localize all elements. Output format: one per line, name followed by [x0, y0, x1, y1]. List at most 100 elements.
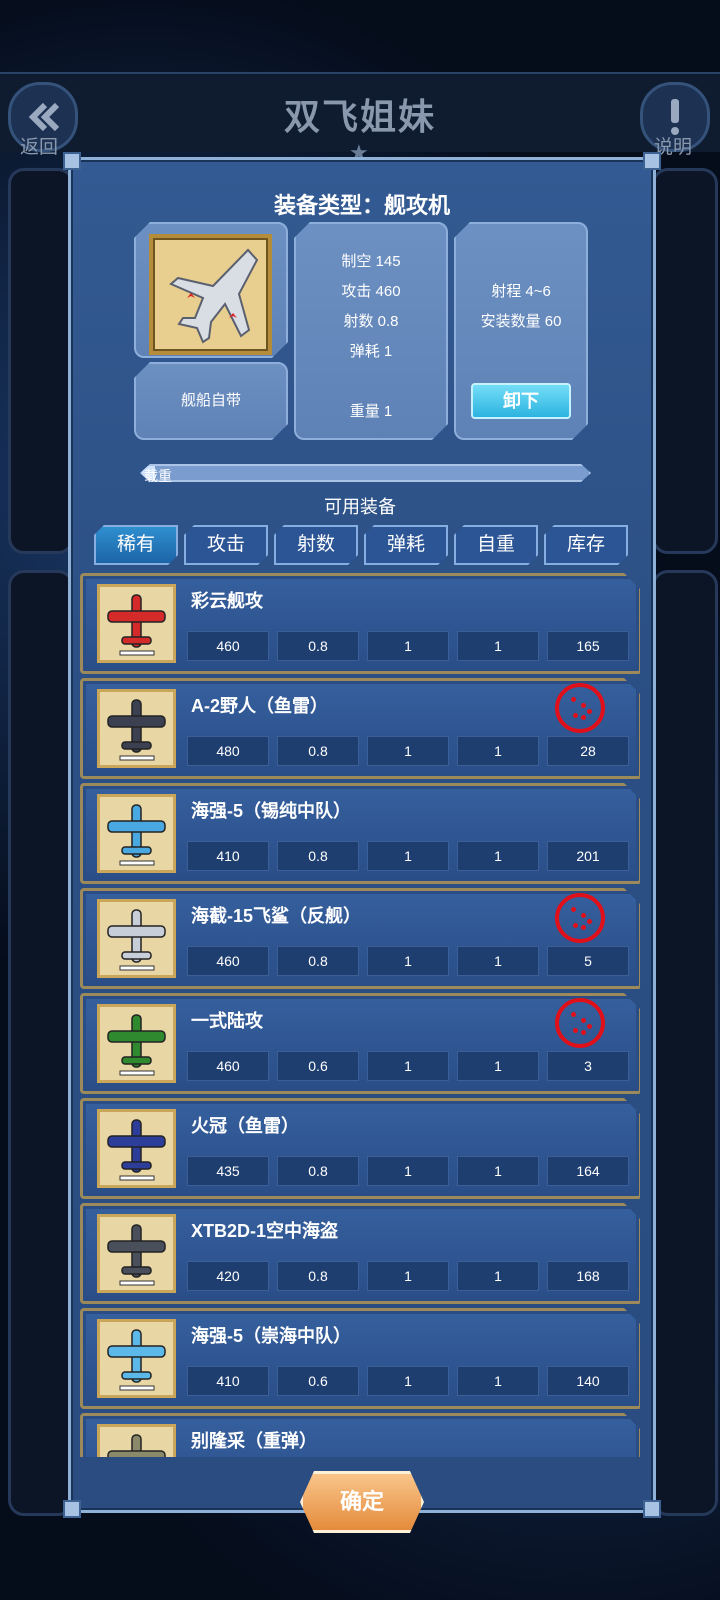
unload-button[interactable]: 卸下	[471, 383, 571, 419]
equipment-stat-cell: 1	[457, 1051, 539, 1081]
stamp-mark	[587, 1024, 592, 1029]
equipment-row[interactable]: 海截-15飞鲨（反舰） 460 0.8 1 1 5	[80, 888, 640, 989]
stamp-mark	[571, 907, 576, 912]
stat-fire-rate: 射数 0.8	[343, 313, 399, 330]
equipment-stat-cell: 0.8	[277, 1261, 359, 1291]
stamp-mark	[587, 709, 592, 714]
equipment-stat-cell: 28	[547, 736, 629, 766]
stamp-mark	[587, 919, 592, 924]
equipment-name: 海强-5（锡纯中队）	[191, 801, 352, 821]
equipment-list[interactable]: 彩云舰攻 460 0.8 1 1 165 A-2野人（鱼雷） 480 0.8 1 1 28 海强-5（锡…	[80, 573, 640, 1457]
equipment-stat-cell: 0.8	[277, 736, 359, 766]
equipment-row[interactable]: 火冠（鱼雷） 435 0.8 1 1 164	[80, 1098, 640, 1199]
equipment-thumbnail	[97, 1109, 176, 1188]
equipment-stat-cell: 1	[457, 1366, 539, 1396]
equipment-row[interactable]: A-2野人（鱼雷） 480 0.8 1 1 28	[80, 678, 640, 779]
stat-install-count: 安装数量 60	[480, 313, 562, 330]
tab-attack[interactable]: 攻击	[184, 525, 268, 565]
equipment-stat-cell: 0.8	[277, 631, 359, 661]
equipment-stat-cell: 0.8	[277, 946, 359, 976]
equipment-stat-cell: 1	[367, 946, 449, 976]
jet-fighter-icon	[169, 248, 259, 344]
equipment-stat-cell: 460	[187, 631, 269, 661]
equipment-stat-cell: 1	[367, 841, 449, 871]
tab-rarity[interactable]: 稀有	[94, 525, 178, 565]
equipment-stat-cell: 5	[547, 946, 629, 976]
tab-weight[interactable]: 自重	[454, 525, 538, 565]
stamp-mark	[573, 923, 578, 928]
confirm-button[interactable]: 确定	[300, 1471, 424, 1533]
stat-range: 射程 4~6	[491, 283, 551, 300]
equipment-name: 彩云舰攻	[191, 591, 263, 611]
equipment-name: 海截-15飞鲨（反舰）	[191, 906, 362, 926]
equipment-stat-cell: 1	[457, 1261, 539, 1291]
airplane-icon	[100, 692, 173, 765]
stat-air-control: 制空 145	[341, 253, 401, 270]
equipment-stat-cell: 1	[457, 946, 539, 976]
equipment-stat-cell: 460	[187, 1051, 269, 1081]
equipment-row[interactable]: XTB2D-1空中海盗 420 0.8 1 1 168	[80, 1203, 640, 1304]
airplane-icon	[100, 1322, 173, 1395]
stamp-mark	[571, 1012, 576, 1017]
equipment-name: 火冠（鱼雷）	[191, 1116, 299, 1136]
stamp-mark	[573, 1028, 578, 1033]
equipment-type-title: 装备类型：舰攻机	[273, 193, 450, 218]
equipment-stat-cell: 1	[367, 1051, 449, 1081]
airplane-icon	[100, 1112, 173, 1185]
equipment-stat-cell: 1	[457, 1156, 539, 1186]
sort-tabs: 稀有 攻击 射数 弹耗 自重 库存	[94, 525, 630, 563]
airplane-icon	[100, 1217, 173, 1290]
red-stamp-icon	[555, 683, 605, 733]
equipment-stat-cell: 168	[547, 1261, 629, 1291]
equipment-row[interactable]: 海强-5（崇海中队） 410 0.6 1 1 140	[80, 1308, 640, 1409]
load-bar	[140, 464, 591, 482]
equipment-stat-cell: 0.6	[277, 1366, 359, 1396]
equipment-thumbnail	[97, 1004, 176, 1083]
equipment-row[interactable]: 海强-5（锡纯中队） 410 0.8 1 1 201	[80, 783, 640, 884]
airplane-icon	[100, 587, 173, 660]
equipment-thumbnail	[97, 899, 176, 978]
equipment-row[interactable]: 彩云舰攻 460 0.8 1 1 165	[80, 573, 640, 674]
equipment-stat-cell: 460	[187, 946, 269, 976]
red-stamp-icon	[555, 893, 605, 943]
stamp-mark	[581, 1030, 586, 1035]
equipment-stat-cell: 1	[367, 1261, 449, 1291]
equipment-stat-cell: 480	[187, 736, 269, 766]
equipment-stat-cell: 1	[367, 736, 449, 766]
available-equipment-title: 可用装备	[324, 497, 396, 517]
stamp-mark	[581, 703, 586, 708]
tab-stock[interactable]: 库存	[544, 525, 628, 565]
equipment-stat-cell: 1	[367, 1366, 449, 1396]
airplane-icon	[100, 1427, 173, 1457]
airplane-icon	[100, 902, 173, 975]
equipment-stat-cell: 1	[367, 631, 449, 661]
equipment-name: 别隆采（重弹）	[191, 1431, 317, 1451]
item-source-label: 舰船自带	[180, 392, 241, 409]
page-title: 双飞姐妹	[283, 96, 436, 137]
equipment-row[interactable]: 一式陆攻 460 0.6 1 1 3	[80, 993, 640, 1094]
equipment-thumbnail	[97, 689, 176, 768]
load-label: 载重	[144, 468, 172, 484]
equipment-stat-cell: 0.8	[277, 841, 359, 871]
stamp-mark	[581, 715, 586, 720]
equipment-stat-cell: 164	[547, 1156, 629, 1186]
tab-fire-rate[interactable]: 射数	[274, 525, 358, 565]
equipment-stat-cell: 201	[547, 841, 629, 871]
equipment-thumbnail	[97, 584, 176, 663]
equipment-row[interactable]: 别隆采（重弹）	[80, 1413, 640, 1457]
stat-attack: 攻击 460	[341, 283, 401, 300]
stat-ammo-cost: 弹耗 1	[349, 343, 393, 360]
airplane-icon	[100, 1007, 173, 1080]
equipment-stat-cell: 140	[547, 1366, 629, 1396]
equipment-stat-cell: 420	[187, 1261, 269, 1291]
equipment-stat-cell: 410	[187, 1366, 269, 1396]
stats-panel-middle: 制空 145 攻击 460 射数 0.8 弹耗 1 重量 1	[294, 222, 448, 440]
equipment-thumbnail	[97, 1424, 176, 1457]
stamp-mark	[581, 925, 586, 930]
current-item-icon	[149, 234, 272, 355]
equipment-stat-cell: 410	[187, 841, 269, 871]
background-panel-left-lower	[8, 570, 74, 1516]
equipment-stat-cell: 1	[367, 1156, 449, 1186]
item-source-panel: 舰船自带	[134, 362, 288, 440]
tab-ammo-cost[interactable]: 弹耗	[364, 525, 448, 565]
